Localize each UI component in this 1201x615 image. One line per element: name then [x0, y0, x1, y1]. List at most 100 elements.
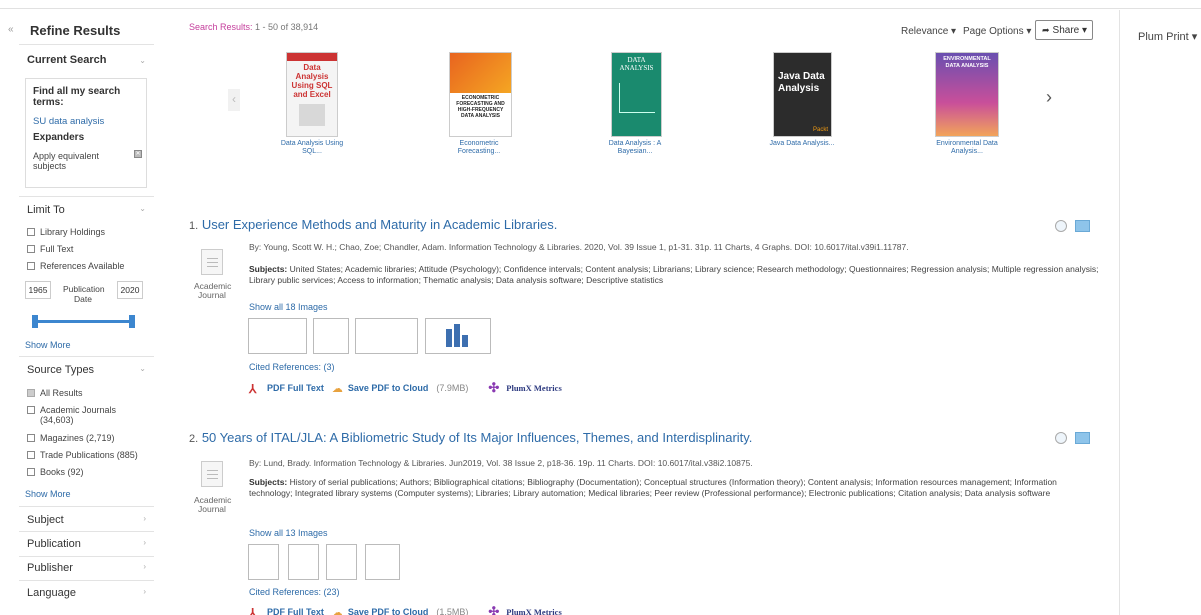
checkbox[interactable] — [27, 389, 35, 397]
book-caption[interactable]: Econometric Forecasting... — [444, 140, 514, 156]
image-thumbnail[interactable] — [355, 318, 418, 354]
image-thumbnail[interactable] — [313, 318, 349, 354]
cloud-icon[interactable]: ☁ — [332, 606, 343, 615]
facet-language[interactable]: Language — [27, 587, 76, 599]
book-cover[interactable]: ECONOMETRIC FORECASTING AND HIGH-FREQUEN… — [449, 52, 512, 137]
pdf-icon[interactable]: ⅄ — [249, 382, 261, 396]
result-title-link[interactable]: User Experience Methods and Maturity in … — [202, 217, 558, 232]
chevron-right-icon[interactable]: › — [143, 587, 146, 596]
limit-full-text[interactable]: Full Text — [27, 244, 73, 254]
limit-show-more-link[interactable]: Show More — [25, 340, 71, 350]
current-search-heading[interactable]: Current Search — [27, 54, 106, 66]
chevron-right-icon[interactable]: › — [143, 562, 146, 571]
relevance-sort-menu[interactable]: Relevance ▾ — [901, 26, 956, 37]
date-slider-handle-start[interactable] — [32, 315, 38, 328]
book-caption[interactable]: Java Data Analysis... — [767, 140, 837, 148]
plumx-icon[interactable]: ✣ — [488, 380, 499, 396]
subjects-label: Subjects: — [249, 477, 288, 487]
date-to-input[interactable]: 2020 — [117, 281, 143, 299]
book-caption[interactable]: Data Analysis Using SQL... — [277, 140, 347, 156]
save-pdf-to-cloud-link[interactable]: Save PDF to Cloud — [348, 383, 429, 393]
plumx-metrics-link[interactable]: PlumX Metrics — [506, 607, 561, 615]
book-cover[interactable]: ENVIRONMENTAL DATA ANALYSIS — [935, 52, 999, 137]
divider — [19, 556, 154, 557]
chevron-down-icon[interactable]: ⌄ — [139, 364, 146, 373]
cited-references-link[interactable]: Cited References: (3) — [249, 362, 335, 372]
source-academic-journals[interactable]: Academic Journals (34,603) — [27, 405, 127, 425]
result-subjects: Subjects: United States; Academic librar… — [249, 264, 1099, 286]
limit-to-heading[interactable]: Limit To — [27, 204, 65, 216]
file-size: (1.5MB) — [436, 607, 469, 615]
save-pdf-to-cloud-link[interactable]: Save PDF to Cloud — [348, 607, 429, 615]
academic-journal-icon[interactable] — [201, 249, 223, 275]
book-caption[interactable]: Data Analysis : A Bayesian... — [600, 140, 670, 156]
source-books[interactable]: Books (92) — [27, 467, 84, 477]
chevron-down-icon[interactable]: ⌄ — [139, 204, 146, 213]
remove-expander-icon[interactable]: ✕ — [134, 150, 142, 158]
show-all-images-link[interactable]: Show all 18 Images — [249, 302, 328, 312]
result-title-link[interactable]: 50 Years of ITAL/JLA: A Bibliometric Stu… — [202, 430, 753, 445]
image-thumbnail[interactable] — [425, 318, 491, 354]
checkbox[interactable] — [27, 468, 35, 476]
source-trade-publications[interactable]: Trade Publications (885) — [27, 450, 138, 460]
image-thumbnail[interactable] — [248, 318, 307, 354]
result-title[interactable]: 2. 50 Years of ITAL/JLA: A Bibliometric … — [189, 430, 752, 445]
limit-library-holdings[interactable]: Library Holdings — [27, 227, 105, 237]
date-slider-handle-end[interactable] — [129, 315, 135, 328]
image-thumbnail[interactable] — [365, 544, 400, 580]
checkbox[interactable] — [27, 262, 35, 270]
search-term-link[interactable]: SU data analysis — [33, 116, 104, 127]
chevron-right-icon[interactable]: › — [143, 514, 146, 523]
source-magazines[interactable]: Magazines (2,719) — [27, 433, 115, 443]
source-all-results[interactable]: All Results — [27, 388, 83, 398]
image-thumbnail[interactable] — [248, 544, 279, 580]
divider — [19, 196, 154, 197]
checkbox[interactable] — [27, 228, 35, 236]
book-caption[interactable]: Environmental Data Analysis... — [931, 140, 1003, 156]
option-label: Library Holdings — [40, 227, 106, 237]
collapse-sidebar-icon[interactable]: « — [8, 24, 14, 35]
plumx-metrics-link[interactable]: PlumX Metrics — [506, 383, 561, 393]
checkbox[interactable] — [27, 406, 35, 414]
date-from-input[interactable]: 1965 — [25, 281, 51, 299]
book-cover[interactable]: DATA ANALYSIS — [611, 52, 662, 137]
cited-references-link[interactable]: Cited References: (23) — [249, 587, 340, 597]
results-range: 1 - 50 of 38,914 — [255, 22, 319, 32]
cloud-icon[interactable]: ☁ — [332, 382, 343, 395]
pdf-icon[interactable]: ⅄ — [249, 606, 261, 615]
add-to-folder-icon[interactable] — [1075, 220, 1090, 232]
add-to-folder-icon[interactable] — [1075, 432, 1090, 444]
result-actions: ⅄ PDF Full Text ☁ Save PDF to Cloud (7.9… — [249, 380, 562, 396]
chevron-down-icon[interactable]: ⌄ — [139, 56, 146, 65]
image-thumbnail[interactable] — [326, 544, 357, 580]
checkbox[interactable] — [27, 451, 35, 459]
pdf-full-text-link[interactable]: PDF Full Text — [267, 607, 324, 615]
checkbox[interactable] — [27, 434, 35, 442]
carousel-prev-icon[interactable]: ‹ — [228, 89, 240, 111]
cover-title: ECONOMETRIC FORECASTING AND HIGH-FREQUEN… — [456, 95, 505, 119]
source-show-more-link[interactable]: Show More — [25, 489, 71, 499]
academic-journal-icon[interactable] — [201, 461, 223, 487]
carousel-next-icon[interactable]: › — [1046, 87, 1052, 108]
facet-publisher[interactable]: Publisher — [27, 562, 73, 574]
preview-icon[interactable] — [1055, 220, 1067, 232]
image-thumbnail[interactable] — [288, 544, 319, 580]
show-all-images-link[interactable]: Show all 13 Images — [249, 528, 328, 538]
pdf-full-text-link[interactable]: PDF Full Text — [267, 383, 324, 393]
plumx-icon[interactable]: ✣ — [488, 604, 499, 615]
result-title[interactable]: 1. User Experience Methods and Maturity … — [189, 217, 557, 232]
source-types-heading[interactable]: Source Types — [27, 364, 94, 376]
share-button[interactable]: ➦ Share ▾ — [1035, 20, 1093, 40]
facet-subject[interactable]: Subject — [27, 514, 64, 526]
date-slider-track[interactable] — [32, 320, 135, 323]
facet-publication[interactable]: Publication — [27, 538, 81, 550]
divider — [19, 506, 154, 507]
book-cover[interactable]: Java Data Analysis Packt — [773, 52, 832, 137]
page-options-menu[interactable]: Page Options ▾ — [963, 26, 1031, 37]
checkbox[interactable] — [27, 245, 35, 253]
preview-icon[interactable] — [1055, 432, 1067, 444]
book-cover[interactable]: Data Analysis Using SQL and Excel — [286, 52, 338, 137]
limit-references-available[interactable]: References Available — [27, 261, 124, 271]
chevron-right-icon[interactable]: › — [143, 538, 146, 547]
plum-print-menu[interactable]: Plum Print ▾ — [1138, 30, 1197, 43]
